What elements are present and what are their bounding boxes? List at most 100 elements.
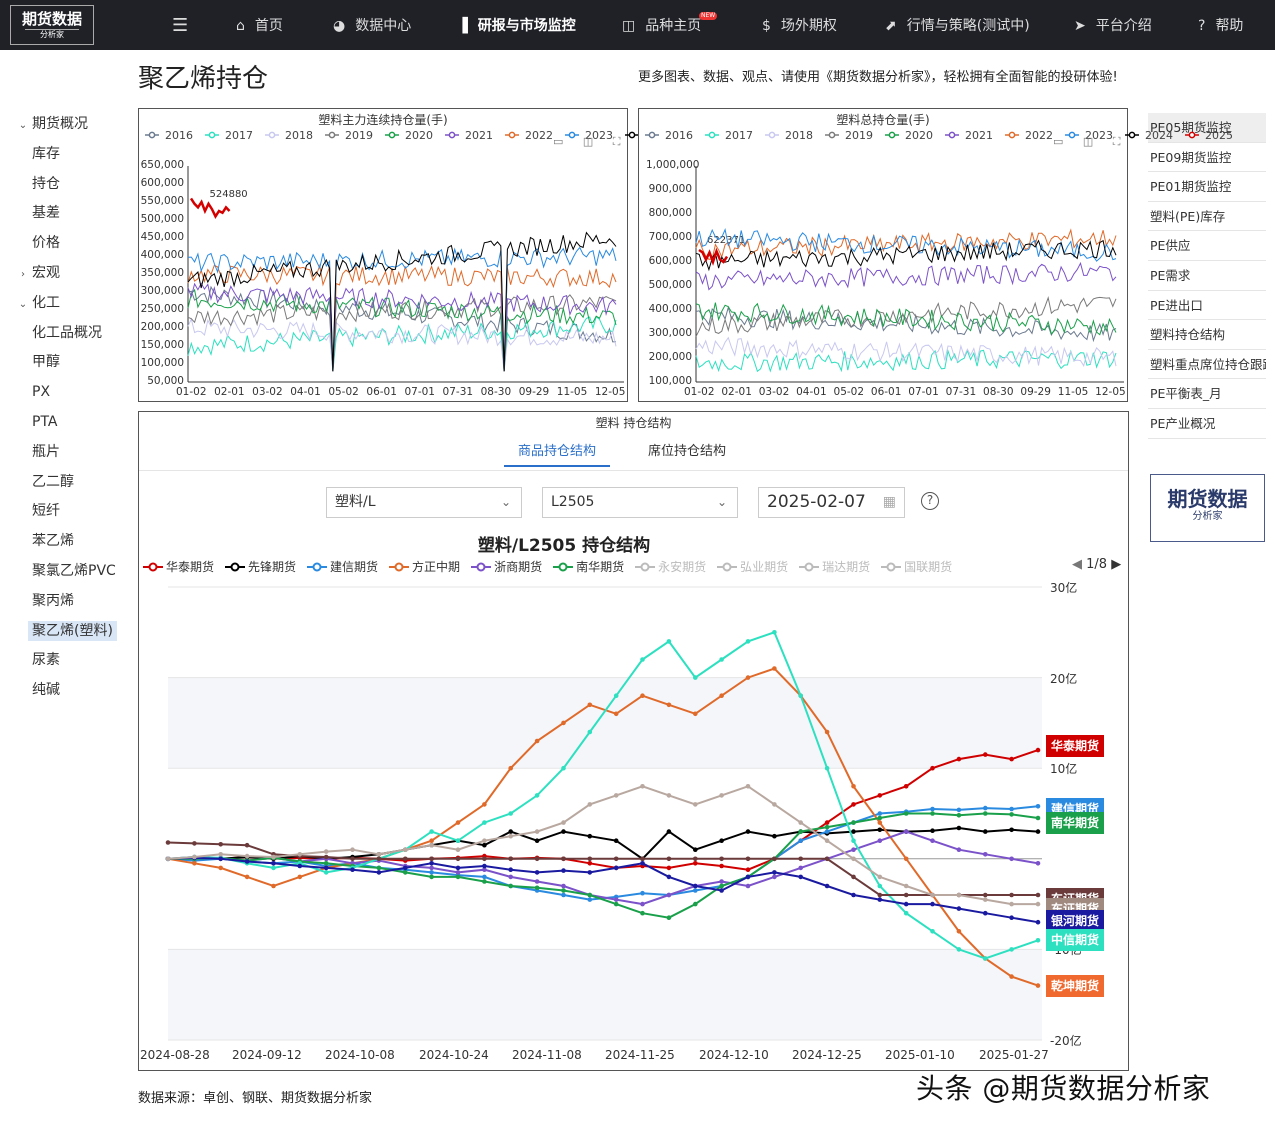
series-point xyxy=(824,729,830,735)
series-point xyxy=(824,829,830,834)
series-point xyxy=(903,901,909,907)
series-point xyxy=(956,825,962,831)
series-point xyxy=(165,856,171,862)
series-point xyxy=(271,883,276,889)
series-point xyxy=(930,838,935,843)
series-point xyxy=(244,859,250,864)
series-point xyxy=(297,874,303,880)
series-point xyxy=(983,805,988,811)
series-point xyxy=(640,861,645,866)
series-point xyxy=(772,630,777,635)
series-point xyxy=(666,856,672,862)
series-point xyxy=(613,897,619,902)
series-point xyxy=(192,841,197,846)
series-point xyxy=(429,829,434,834)
series-point xyxy=(666,865,672,871)
series-point xyxy=(508,874,513,880)
series-point xyxy=(745,639,751,644)
series-point xyxy=(877,838,883,843)
series-point xyxy=(1035,747,1041,753)
series-point xyxy=(1035,861,1041,866)
series-point xyxy=(983,910,988,916)
watermark-text: 头条 @期货数据分析家 xyxy=(916,1072,1211,1105)
series-point xyxy=(930,892,935,898)
series-point xyxy=(429,856,434,862)
series-point xyxy=(719,863,724,869)
series-point xyxy=(693,883,698,889)
series-point xyxy=(693,901,698,907)
series-point xyxy=(983,752,988,757)
series-point xyxy=(930,811,935,816)
series-point xyxy=(297,852,303,857)
series-point xyxy=(534,870,540,875)
series-point xyxy=(192,854,197,860)
series-point xyxy=(745,867,751,872)
series-point xyxy=(719,838,724,843)
series-point xyxy=(851,847,856,852)
series-point xyxy=(798,820,803,825)
chart-plot-1 xyxy=(695,166,1124,383)
series-point xyxy=(613,711,619,717)
series-point xyxy=(508,833,513,839)
series-point xyxy=(877,897,883,902)
series-point xyxy=(903,910,909,916)
series-point xyxy=(323,854,329,860)
series-point xyxy=(772,874,777,880)
series-point xyxy=(297,863,303,869)
series-point xyxy=(613,865,619,871)
series-point xyxy=(877,827,883,833)
series-point xyxy=(640,693,645,698)
series-point xyxy=(983,956,988,961)
series-point xyxy=(719,888,724,893)
series-point xyxy=(587,892,593,898)
series-point xyxy=(851,820,856,825)
series-point xyxy=(534,838,540,843)
series-point xyxy=(376,852,382,857)
series-point xyxy=(376,865,382,871)
series-point xyxy=(851,892,856,898)
series-point xyxy=(798,838,803,843)
series-point xyxy=(508,856,513,862)
series-point xyxy=(482,820,487,825)
series-point xyxy=(218,842,223,847)
series-point xyxy=(903,811,909,816)
series-point xyxy=(534,885,540,891)
series-point xyxy=(561,888,566,893)
series-point xyxy=(956,756,962,762)
series-point xyxy=(1009,827,1014,833)
series-point xyxy=(323,865,329,871)
series-point xyxy=(851,838,856,843)
series-point xyxy=(824,824,830,830)
series-point xyxy=(613,856,619,862)
series-point xyxy=(429,842,434,848)
series-point xyxy=(323,849,329,854)
series-point xyxy=(930,929,935,934)
series-point xyxy=(534,856,540,862)
series-point xyxy=(1009,756,1014,762)
series-point xyxy=(508,811,513,816)
series-point xyxy=(561,820,566,825)
series-point xyxy=(587,702,593,708)
series-point xyxy=(903,883,909,889)
series-point xyxy=(903,892,909,898)
series-point xyxy=(534,738,540,744)
series-point xyxy=(719,793,724,798)
series-point xyxy=(587,870,593,875)
series-point xyxy=(798,874,803,880)
series-point xyxy=(824,856,830,862)
series-point xyxy=(482,879,487,884)
series-point xyxy=(587,856,593,862)
series-point xyxy=(666,829,672,834)
series-point xyxy=(482,842,487,848)
series-point xyxy=(561,765,566,771)
series-point xyxy=(376,856,382,862)
series-point xyxy=(587,833,593,839)
series-point xyxy=(956,807,962,813)
series-point xyxy=(930,828,935,833)
series-point xyxy=(613,793,619,798)
series-point xyxy=(455,865,461,871)
series-point xyxy=(719,693,724,698)
series-point xyxy=(666,892,672,898)
structure-plot xyxy=(165,586,1042,1041)
series-point xyxy=(350,847,355,852)
